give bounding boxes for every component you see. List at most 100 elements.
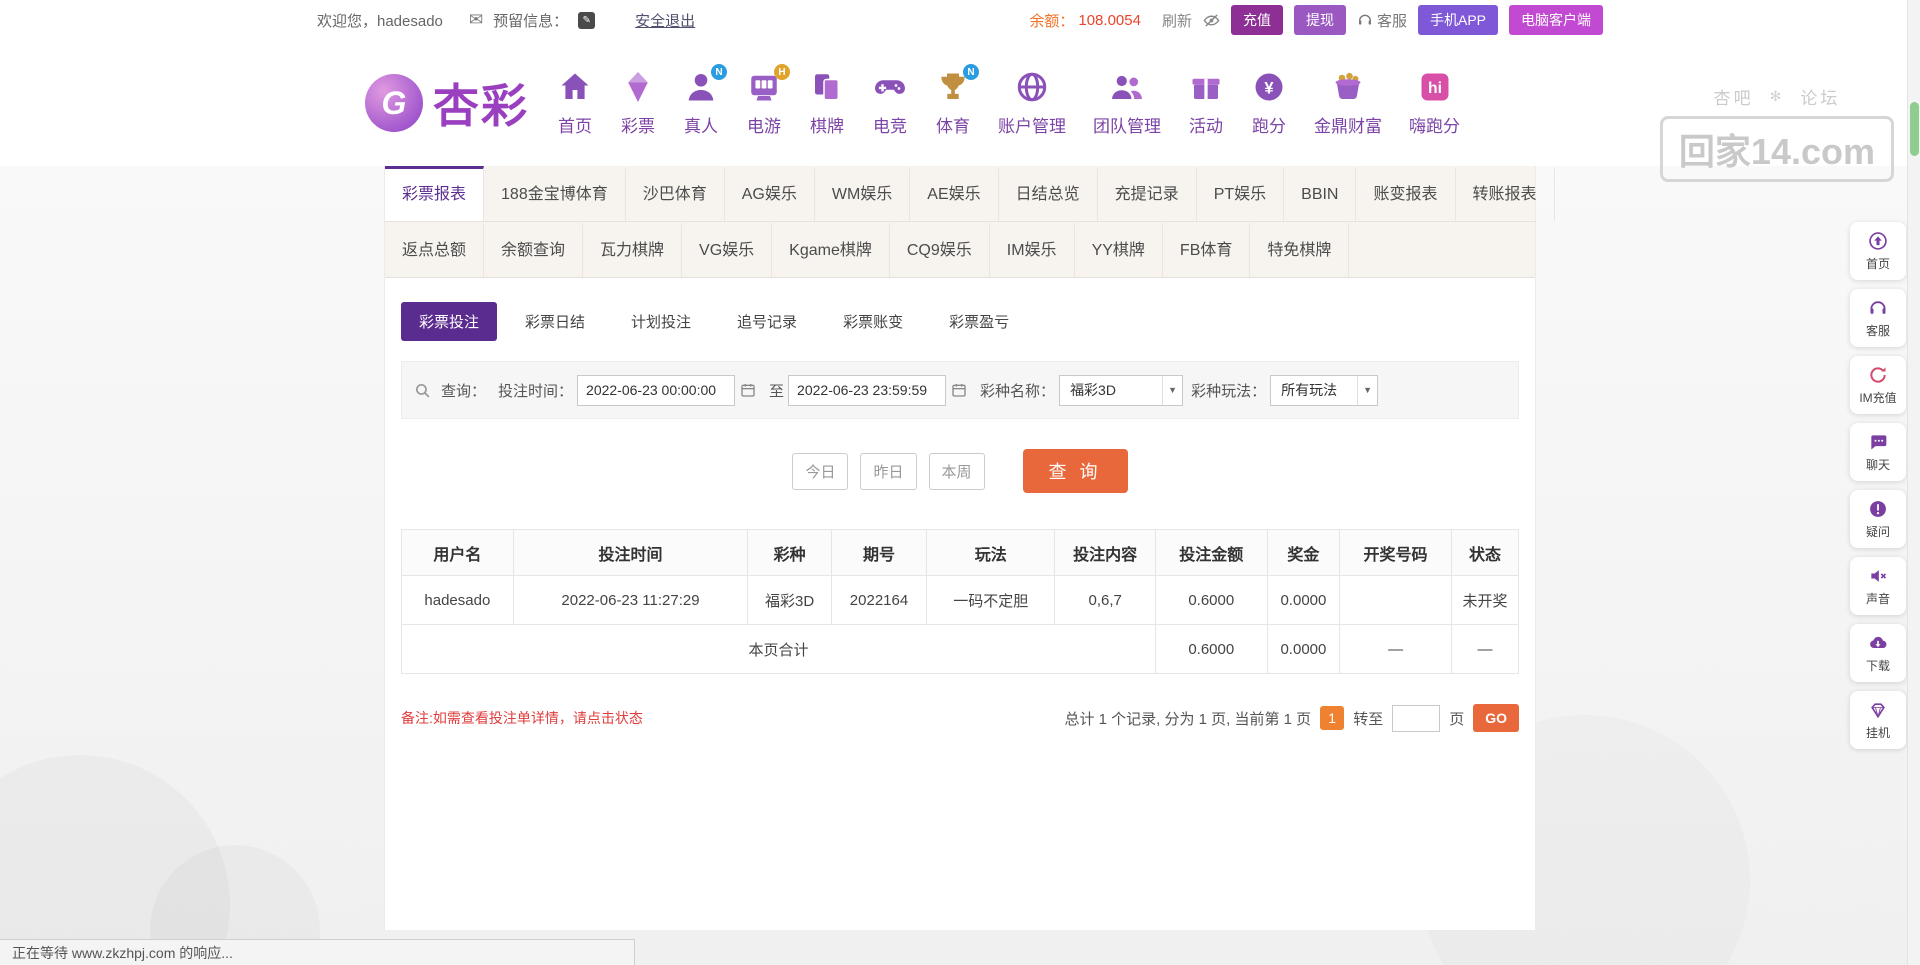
tab-bbin[interactable]: BBIN — [1284, 166, 1357, 221]
recharge-button[interactable]: 充值 — [1230, 5, 1283, 35]
calendar-icon[interactable] — [951, 382, 967, 398]
go-button[interactable]: GO — [1473, 704, 1519, 732]
tab-balance-query[interactable]: 余额查询 — [484, 222, 584, 277]
tab-rebate-total[interactable]: 返点总额 — [385, 222, 485, 277]
subtab-lottery-profit[interactable]: 彩票盈亏 — [931, 302, 1027, 341]
play-type-select[interactable]: 所有玩法 ▼ — [1270, 374, 1379, 406]
service-link[interactable]: 客服 — [1377, 10, 1407, 31]
goto-page-input[interactable] — [1392, 704, 1441, 732]
nav-item-hi-paofen[interactable]: hi 嗨跑分 — [1409, 69, 1460, 137]
mail-icon[interactable]: ✉ — [469, 10, 483, 30]
nav-item-label: 首页 — [558, 117, 592, 136]
tab-fb-sport[interactable]: FB体育 — [1163, 222, 1251, 277]
side-item-download[interactable]: 下载 — [1850, 624, 1906, 682]
nav-item-label: 账户管理 — [998, 117, 1066, 136]
eye-off-icon[interactable] — [1203, 12, 1220, 29]
balance-label: 余额： — [1029, 12, 1075, 30]
cell-play: 一码不定胆 — [925, 575, 1056, 625]
tab-yy-chess[interactable]: YY棋牌 — [1075, 222, 1163, 277]
tab-deposit-withdraw-record[interactable]: 充提记录 — [1098, 166, 1197, 221]
search-button[interactable]: 查 询 — [1022, 449, 1128, 493]
withdraw-button[interactable]: 提现 — [1293, 5, 1346, 35]
scrollbar-thumb[interactable] — [1910, 102, 1919, 156]
chat-bubble-icon — [1868, 432, 1888, 452]
diamond-icon — [1868, 700, 1888, 720]
tab-account-change-report[interactable]: 账变报表 — [1356, 166, 1456, 221]
tab-cq9[interactable]: CQ9娱乐 — [890, 222, 990, 277]
nav-item-wealth[interactable]: 金鼎财富 — [1314, 69, 1382, 137]
this-week-button[interactable]: 本周 — [928, 452, 985, 490]
cell-status-link[interactable]: 未开奖 — [1450, 575, 1520, 625]
side-item-question[interactable]: 疑问 — [1850, 490, 1906, 548]
search-icon — [414, 382, 431, 399]
calendar-icon[interactable] — [740, 382, 756, 398]
nav-item-label: 电游 — [747, 117, 781, 136]
tab-ag[interactable]: AG娱乐 — [725, 166, 815, 221]
tab-wali-chess[interactable]: 瓦力棋牌 — [583, 222, 683, 277]
lottery-name-select[interactable]: 福彩3D ▼ — [1059, 374, 1184, 406]
side-item-im-recharge[interactable]: IM充值 — [1850, 356, 1906, 414]
start-time-input[interactable] — [577, 374, 736, 406]
tab-pt[interactable]: PT娱乐 — [1197, 166, 1285, 221]
subtab-lottery-daily[interactable]: 彩票日结 — [507, 302, 603, 341]
tab-im[interactable]: IM娱乐 — [990, 222, 1075, 277]
end-time-input[interactable] — [788, 374, 947, 406]
chevron-down-icon: ▼ — [1162, 375, 1182, 405]
today-button[interactable]: 今日 — [792, 452, 849, 490]
cloud-download-icon — [1868, 633, 1888, 653]
tab-ae[interactable]: AE娱乐 — [910, 166, 999, 221]
nav-item-live[interactable]: N 真人 — [683, 64, 727, 137]
nav-item-label: 彩票 — [621, 117, 655, 136]
refresh-button[interactable]: 刷新 — [1162, 10, 1192, 31]
topbar: 欢迎您，hadesado ✉ 预留信息： ✎ 安全退出 余额： 108.0054… — [0, 0, 1920, 40]
tab-shaba-sport[interactable]: 沙巴体育 — [626, 166, 725, 221]
home-circle-icon — [1868, 231, 1888, 251]
page-1-button[interactable]: 1 — [1320, 706, 1345, 730]
mobile-app-button[interactable]: 手机APP — [1417, 5, 1498, 35]
tab-daily-summary[interactable]: 日结总览 — [999, 166, 1098, 221]
reserved-info-label: 预留信息： — [493, 12, 569, 30]
bets-table: 用户名 投注时间 彩种 期号 玩法 投注内容 投注金额 奖金 开奖号码 状态 h… — [401, 529, 1520, 674]
nav-item-esports[interactable]: 电竞 — [872, 69, 908, 137]
nav-item-sports[interactable]: N 体育 — [935, 64, 979, 137]
tab-kgame[interactable]: Kgame棋牌 — [772, 222, 890, 277]
tab-special-chess[interactable]: 特免棋牌 — [1250, 222, 1350, 277]
side-item-sound[interactable]: 声音 — [1850, 557, 1906, 615]
pc-client-button[interactable]: 电脑客户端 — [1509, 5, 1603, 35]
logout-link[interactable]: 安全退出 — [635, 10, 695, 31]
subtab-chase-record[interactable]: 追号记录 — [719, 302, 815, 341]
scrollbar-track[interactable] — [1907, 0, 1920, 965]
tab-transfer-report[interactable]: 转账报表 — [1456, 166, 1555, 221]
tab-188-sport[interactable]: 188金宝博体育 — [484, 166, 626, 221]
nav-item-chess[interactable]: 棋牌 — [809, 69, 845, 137]
side-item-chat[interactable]: 聊天 — [1850, 423, 1906, 481]
brand-logo[interactable]: G 杏彩 — [365, 70, 529, 136]
nav-item-team[interactable]: 团队管理 — [1093, 69, 1161, 137]
side-item-home[interactable]: 首页 — [1850, 222, 1906, 280]
side-item-label: 声音 — [1865, 591, 1890, 606]
tab-lottery-report[interactable]: 彩票报表 — [385, 166, 485, 221]
side-item-service[interactable]: 客服 — [1850, 289, 1906, 347]
play-type-value: 所有玩法 — [1281, 382, 1338, 398]
edit-icon[interactable]: ✎ — [578, 11, 596, 29]
nav-item-account[interactable]: 账户管理 — [998, 69, 1066, 137]
svg-text:¥: ¥ — [1264, 79, 1274, 97]
nav-item-home[interactable]: 首页 — [557, 69, 593, 137]
subtab-lottery-account-change[interactable]: 彩票账变 — [825, 302, 921, 341]
yesterday-button[interactable]: 昨日 — [860, 452, 917, 490]
nav-item-activity[interactable]: 活动 — [1188, 69, 1224, 137]
watermark-brands: 杏吧 ✻ 论坛 — [1660, 84, 1894, 109]
subtab-plan-bets[interactable]: 计划投注 — [613, 302, 709, 341]
table-row: hadesado 2022-06-23 11:27:29 福彩3D 202216… — [401, 575, 1520, 625]
browser-status-bar: 正在等待 www.zkzhpj.com 的响应... — [0, 939, 635, 965]
team-icon — [1109, 69, 1145, 105]
tab-vg[interactable]: VG娱乐 — [682, 222, 773, 277]
subtab-lottery-bets[interactable]: 彩票投注 — [401, 302, 498, 341]
report-panel: 彩票报表 188金宝博体育 沙巴体育 AG娱乐 WM娱乐 AE娱乐 日结总览 充… — [384, 166, 1555, 930]
nav-item-lottery[interactable]: 彩票 — [620, 69, 656, 137]
new-badge: N — [963, 64, 979, 80]
nav-item-paofen[interactable]: ¥ 跑分 — [1251, 69, 1287, 137]
tab-wm[interactable]: WM娱乐 — [815, 166, 911, 221]
nav-item-egame[interactable]: H 电游 — [746, 64, 790, 137]
side-item-afk[interactable]: 挂机 — [1850, 691, 1906, 749]
